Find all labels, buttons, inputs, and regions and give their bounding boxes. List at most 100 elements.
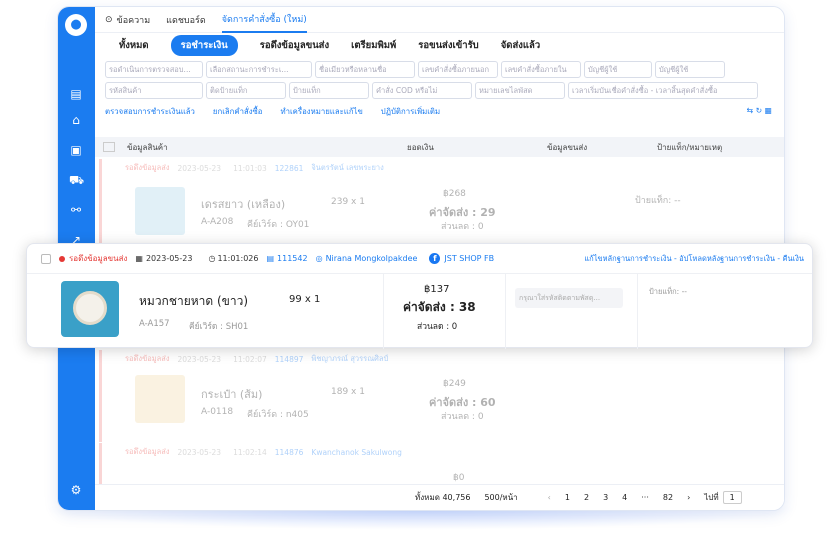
filter-account-2[interactable]: บัญชีผู้ใช้ — [655, 61, 725, 78]
shop-name[interactable]: JST SHOP FB — [444, 254, 494, 263]
status-label: รอดึงข้อมูลส่ง — [125, 354, 170, 363]
select-all-checkbox[interactable] — [103, 142, 115, 152]
row-checkbox[interactable] — [41, 253, 51, 264]
buyer-name[interactable]: จินตรรัตน์ เลขพระยาง — [311, 162, 383, 174]
tag-note: ป้ายแท็ก: -- — [649, 287, 688, 296]
cancel-order-button[interactable]: ยกเลิกคำสั่งซื้อ — [213, 106, 263, 118]
order-date: 2023-05-23 — [145, 254, 193, 263]
tag-note: ป้ายแท็ก: -- — [635, 196, 681, 206]
page-4[interactable]: 4 — [622, 493, 627, 502]
order-date: 2023-05-23 — [177, 163, 222, 173]
subtab-awaiting-shipping-info[interactable]: รอดึงข้อมูลขนส่ง — [260, 38, 329, 53]
page-size-select[interactable]: 500/หน้า — [484, 491, 517, 504]
message-icon: ⊙ — [105, 14, 113, 25]
bag-icon[interactable]: ▣ — [69, 143, 83, 157]
tab-label: ข้อความ — [116, 15, 151, 26]
row-header: รอดึงข้อมูลส่ง 2023-05-23 11:01:03 12286… — [95, 159, 784, 177]
discount: ส่วนลด : 0 — [441, 412, 484, 422]
product-thumbnail — [61, 281, 119, 337]
home-icon[interactable]: ⌂ — [69, 113, 83, 127]
col-product: ข้อมูลสินค้า — [127, 142, 168, 152]
product-keyword: คีย์เวิร์ด : SH01 — [189, 322, 249, 332]
product-thumbnail — [135, 187, 185, 235]
subtab-awaiting-payment[interactable]: รอชำระเงิน — [170, 34, 238, 56]
order-id[interactable]: 111542 — [277, 254, 308, 263]
order-price: ฿0 — [453, 473, 465, 483]
truck-icon[interactable]: ⛟ — [69, 173, 84, 187]
next-page-icon[interactable]: › — [687, 493, 690, 502]
product-sku: A-A208 — [201, 217, 234, 227]
filter-payment-status[interactable]: เลือกสถานะการชำระเ... — [206, 61, 312, 78]
filter-review[interactable]: รอดำเนินการตรวจสอบ... — [105, 61, 203, 78]
goto-input[interactable]: 1 — [722, 491, 742, 504]
tracking-input[interactable]: กรุณาใส่รหัสติดตามพัสดุ... — [515, 288, 623, 308]
product-qty: 99 x 1 — [289, 294, 321, 305]
product-keyword: คีย์เวิร์ด : n405 — [247, 410, 309, 420]
product-name: เดรสยาว (เหลือง) — [201, 198, 286, 211]
prev-page-icon[interactable]: ‹ — [548, 493, 551, 502]
filter-internal-order[interactable]: เลขคำสั่งซื้อภายใน — [501, 61, 581, 78]
status-tabs: ทั้งหมด รอชำระเงิน รอดึงข้อมูลขนส่ง เตรี… — [95, 33, 784, 57]
filter-row-1: รอดำเนินการตรวจสอบ... เลือกสถานะการชำระเ… — [95, 61, 784, 78]
pagination-bar: ทั้งหมด 40,756 500/หน้า ‹ 1 2 3 4 ··· 82… — [95, 484, 784, 510]
document-icon[interactable]: ▤ — [69, 87, 83, 101]
status-dot — [59, 255, 65, 262]
toolbar-icons[interactable]: ⇆ ↻ ▦ — [747, 106, 772, 118]
more-actions-button[interactable]: ปฏิบัติการเพิ่มเติม — [381, 106, 440, 118]
discount: ส่วนลด : 0 — [441, 222, 484, 232]
filter-cod[interactable]: คำสั่ง COD หรือไม่ — [372, 82, 472, 99]
order-time: 11:01:03 — [233, 163, 267, 173]
col-shipping: ข้อมูลขนส่ง — [547, 142, 588, 152]
settings-icon[interactable]: ⚙ — [69, 483, 83, 497]
order-time: 11:02:07 — [233, 354, 267, 364]
filter-name[interactable]: ชื่อเมียวหรือหลานชื่อ — [315, 61, 415, 78]
product-name: กระเป๋า (ส้ม) — [201, 388, 263, 401]
page-1[interactable]: 1 — [565, 493, 570, 502]
order-time: 11:02:14 — [233, 447, 267, 457]
order-id[interactable]: 122861 — [275, 164, 304, 173]
filter-external-order[interactable]: เลขคำสั่งซื้อภายนอก — [418, 61, 498, 78]
buyer-name[interactable]: Nirana Mongkolpakdee — [326, 254, 418, 263]
buyer-name[interactable]: Kwanchanok Sakulwong — [311, 448, 402, 457]
order-header: รอดึงข้อมูลขนส่ง ▦ 2023-05-23 ◷ 11:01:02… — [27, 244, 812, 274]
product-sku: A-0118 — [201, 407, 234, 417]
payment-actions-links[interactable]: แก้ไขหลักฐานการชำระเงิน - อัปโหลดหลังฐาน… — [584, 253, 804, 265]
filter-sku[interactable]: รหัสสินค้า — [105, 82, 203, 99]
row-header: รอดึงข้อมูลส่ง 2023-05-23 11:02:14 11487… — [95, 443, 784, 461]
verify-payment-button[interactable]: ตรวจสอบการชำระเงินแล้ว — [105, 106, 195, 118]
mark-edit-button[interactable]: ทำเครื่องหมายและแก้ไข — [281, 106, 363, 118]
tab-messages[interactable]: ⊙ ข้อความ — [105, 7, 150, 33]
product-keyword: คีย์เวิร์ด : OY01 — [247, 220, 310, 230]
subtab-ready-print[interactable]: เตรียมพิมพ์ — [351, 38, 396, 53]
order-id[interactable]: 114876 — [275, 448, 304, 457]
chat-icon[interactable]: ◎ — [316, 254, 323, 263]
top-tabs: ⊙ ข้อความ แดชบอร์ด จัดการคำสั่งซื้อ (ใหม่… — [95, 7, 784, 33]
goto-label: ไปที่ — [704, 493, 719, 502]
tab-orders[interactable]: จัดการคำสั่งซื้อ (ใหม่) — [221, 7, 307, 33]
filter-tagged[interactable]: ติดป้ายแท็ก — [206, 82, 286, 99]
subtab-shipped[interactable]: จัดส่งแล้ว — [501, 38, 540, 53]
buyer-name[interactable]: พิชญาภรณ์ สุวรรณศิลป์ — [311, 353, 388, 365]
order-date: 2023-05-23 — [177, 447, 222, 457]
subtab-all[interactable]: ทั้งหมด — [119, 38, 149, 53]
page-3[interactable]: 3 — [603, 493, 608, 502]
order-id[interactable]: 114897 — [275, 355, 304, 364]
page-2[interactable]: 2 — [584, 493, 589, 502]
subtab-awaiting-pickup[interactable]: รอขนส่งเข้ารับ — [418, 38, 478, 53]
total-count: ทั้งหมด 40,756 — [415, 493, 471, 502]
filter-date-range[interactable]: เวลาเริ่มบันเชื่อคำสั่งซื้อ - เวลาสิ้นสุ… — [568, 82, 758, 99]
doc-icon: ▤ — [266, 254, 275, 263]
status-label: รอดึงข้อมูลส่ง — [125, 163, 170, 172]
tab-dashboard[interactable]: แดชบอร์ด — [166, 7, 206, 33]
share-icon[interactable]: ⚯ — [69, 203, 83, 217]
product-name: หมวกชายหาด (ขาว) — [139, 294, 249, 308]
filter-tag[interactable]: ป้ายแท็ก — [289, 82, 369, 99]
highlighted-order-card[interactable]: รอดึงข้อมูลขนส่ง ▦ 2023-05-23 ◷ 11:01:02… — [26, 243, 813, 349]
filter-tracking[interactable]: หมายเลขไลพัสด — [475, 82, 565, 99]
page-82[interactable]: 82 — [663, 493, 673, 502]
filter-row-2: รหัสสินค้า ติดป้ายแท็ก ป้ายแท็ก คำสั่ง C… — [95, 82, 784, 99]
table-header: ข้อมูลสินค้า ยอดเงิน ข้อมูลขนส่ง ป้ายแท็… — [95, 137, 784, 157]
filter-account[interactable]: บัญชีผู้ใช้ — [584, 61, 652, 78]
app-logo-icon[interactable]: ● — [65, 14, 87, 36]
calendar-icon: ▦ — [135, 254, 143, 263]
